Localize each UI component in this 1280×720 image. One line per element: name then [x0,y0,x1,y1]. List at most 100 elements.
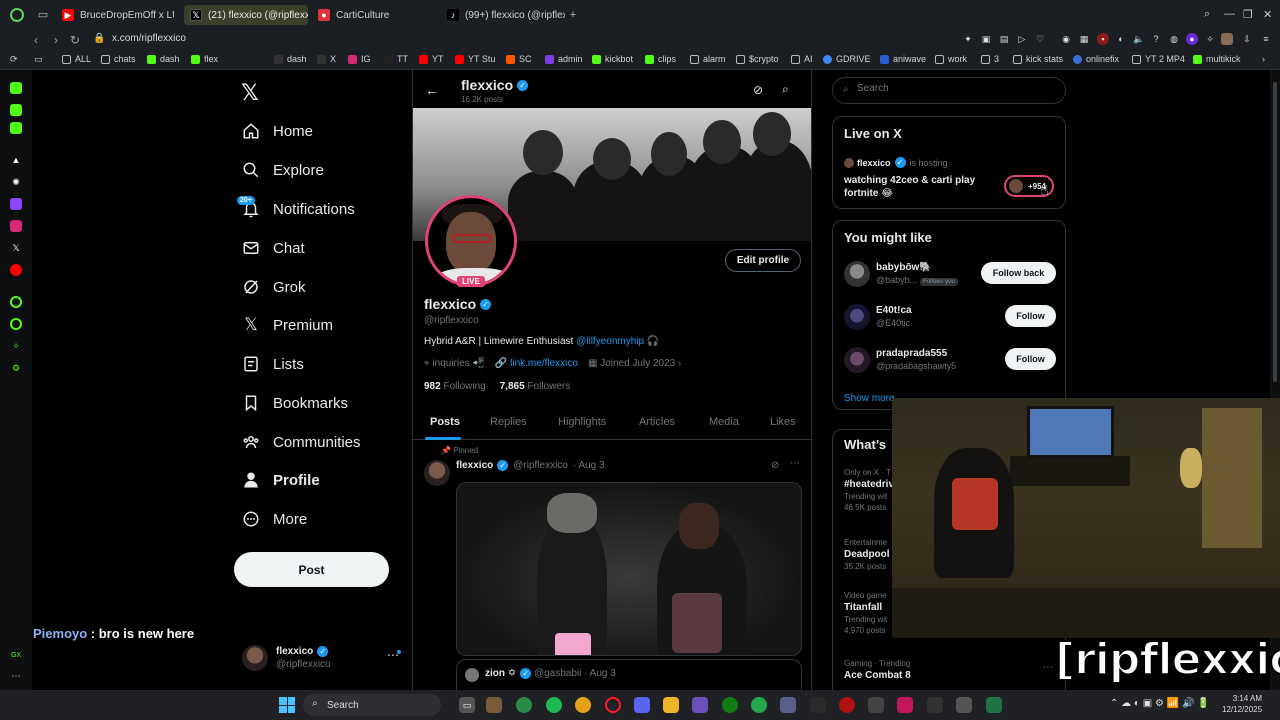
windows-start-icon[interactable] [279,697,295,713]
grok-icon[interactable]: ⊘ [753,83,763,97]
bookmarks-overflow-icon[interactable]: › [1262,54,1265,64]
app-icon[interactable] [897,697,913,713]
browser-tab[interactable]: ▶ BruceDropEmOff x LUCKI [56,5,174,25]
more-dots-icon[interactable]: ⋯ [790,458,800,469]
show-more-link[interactable]: Show more [844,393,895,404]
search-icon[interactable]: ⌕ [782,82,789,97]
nav-grok[interactable]: Grok [242,273,306,301]
chatgpt-icon[interactable]: ✺ [10,176,22,188]
nav-premium[interactable]: 𝕏 Premium [242,311,333,339]
edit-profile-button[interactable]: Edit profile [725,249,801,272]
taskbar-search[interactable]: ⌕ Search [303,694,441,716]
bookmark-item[interactable]: X [317,54,336,64]
following-link[interactable]: 982 Following [424,381,486,392]
search-tabs-icon[interactable]: ⌕ [1204,8,1210,21]
spotify-icon[interactable] [546,697,562,713]
browser-tab[interactable]: ● CartiCulture [312,5,430,25]
maximize-icon[interactable]: ❐ [1243,8,1253,21]
tab-replies[interactable]: Replies [490,416,527,428]
taskbar-clock[interactable]: 3:14 AM 12/12/2025 [1222,693,1262,715]
followers-link[interactable]: 7,865 Followers [500,381,571,392]
nav-chat[interactable]: Chat [242,234,305,262]
quoted-tweet[interactable]: zion ✡ ✓ @gasbabii · Aug 3 [456,659,802,690]
back-arrow-icon[interactable]: ← [425,82,439,98]
instagram-icon[interactable] [10,220,22,232]
reload-icon[interactable]: ↻ [70,33,80,47]
bookmark-item[interactable]: SC [506,54,532,64]
bookmark-item[interactable]: ALL [62,54,91,64]
extension-icon[interactable]: ▣ [980,33,992,45]
bookmark-item[interactable]: clips [645,54,676,64]
nav-notifications[interactable]: Notifications [242,195,355,223]
suggestion-item[interactable]: baby­bōw🐘 @babyb... Follows you Follow ba… [844,259,1056,289]
extension-icon[interactable]: ◉ [1060,33,1072,45]
aria-icon[interactable]: ▲ [10,154,22,166]
app-icon[interactable] [516,697,532,713]
extension-icon[interactable]: ● [1186,33,1198,45]
bookmark-item[interactable]: 3 [981,54,999,64]
scrollbar-thumb[interactable] [1273,82,1277,382]
app-icon[interactable] [486,697,502,713]
back-icon[interactable]: ‹ [34,33,38,47]
play-icon[interactable]: ▷ [1016,33,1028,45]
follow-button[interactable]: Follow [1005,305,1056,327]
bookmark-item[interactable]: AI [791,54,813,64]
opera-logo-icon[interactable] [10,8,24,22]
search-box[interactable]: ⌕ [832,77,1066,104]
bookmark-item[interactable]: admin [545,54,583,64]
twitch-icon[interactable] [10,198,22,210]
opera-gx-icon[interactable] [605,697,621,713]
profile-avatar[interactable] [425,195,517,287]
profile-avatar-icon[interactable] [1221,33,1233,45]
extensions-icon[interactable]: ✧ [10,340,22,352]
app-icon[interactable] [956,697,972,713]
suggestion-item[interactable]: pradaprada555 @pradabagshawty5 Follow [844,345,1056,375]
bookmark-item[interactable]: alarm [690,54,726,64]
browser-tab-active[interactable]: 𝕏 (21) flexxico (@ripflexxico) [184,5,308,25]
link-item[interactable]: 🔗 link.me/flexxico [495,358,578,369]
nav-explore[interactable]: Explore [242,156,324,184]
extension-icon[interactable]: ◐ [1115,33,1127,45]
minimize-icon[interactable]: — [1224,8,1235,20]
x-icon[interactable]: 𝕏 [10,242,22,254]
task-view-icon[interactable]: ▭ [459,697,475,713]
extension-icon[interactable]: ▪ [1097,33,1109,45]
post-button[interactable]: Post [234,552,389,587]
extension-icon[interactable]: ◍ [1168,33,1180,45]
bookmark-item[interactable]: YT 2 MP4 [1132,54,1185,64]
nav-home[interactable]: Home [242,117,313,145]
tweet-avatar[interactable] [424,460,450,486]
app-icon[interactable] [927,697,943,713]
bookmark-item[interactable]: GDRIVE [823,54,871,64]
download-icon[interactable]: ⇩ [1241,33,1253,45]
xbox-icon[interactable] [722,697,738,713]
nav-communities[interactable]: Communities [242,428,361,456]
tweet-media-image[interactable] [456,482,802,656]
bookmark-item[interactable]: TT [384,54,408,64]
account-switcher[interactable]: flexxico ✓ @ripflexxico ⋯ [242,644,402,674]
bookmark-item[interactable]: YT Stu [455,54,495,64]
grok-icon[interactable]: ⊘ [771,460,779,471]
history-icon[interactable] [10,318,22,330]
browser-tab[interactable]: ♪ (99+) flexxico (@ripflexxico) [441,5,565,25]
tweet-author-name[interactable]: flexxico [456,460,493,471]
system-tray[interactable]: ⌃ ☁ ◐ ▣ ⚙ 📶 🔊 🔋 [1110,698,1210,709]
file-explorer-icon[interactable] [663,697,679,713]
app-icon[interactable] [868,697,884,713]
bookmark-item[interactable]: $crypto [736,54,779,64]
bookmark-item[interactable]: kickbot [592,54,633,64]
live-host[interactable]: flexxico ✓ is hosting [844,157,948,168]
tab-likes[interactable]: Likes [770,416,796,428]
nav-bookmarks[interactable]: Bookmarks [242,389,348,417]
kick-icon[interactable] [10,82,22,94]
bookmark-item[interactable]: IG [348,54,371,64]
bookmark-refresh-icon[interactable]: ⟳ [10,54,18,65]
bookmark-item[interactable]: YT [419,54,444,64]
bookmark-item[interactable]: work [935,54,967,64]
extension-icon[interactable]: ▤ [998,33,1010,45]
app-icon[interactable] [810,697,826,713]
nav-profile[interactable]: Profile [242,466,320,494]
bookmark-item[interactable]: flex [191,54,218,64]
trend-item[interactable]: Gaming · Trending Ace Combat 8 [844,659,1044,681]
extension-icon[interactable]: 🔈 [1133,33,1145,45]
